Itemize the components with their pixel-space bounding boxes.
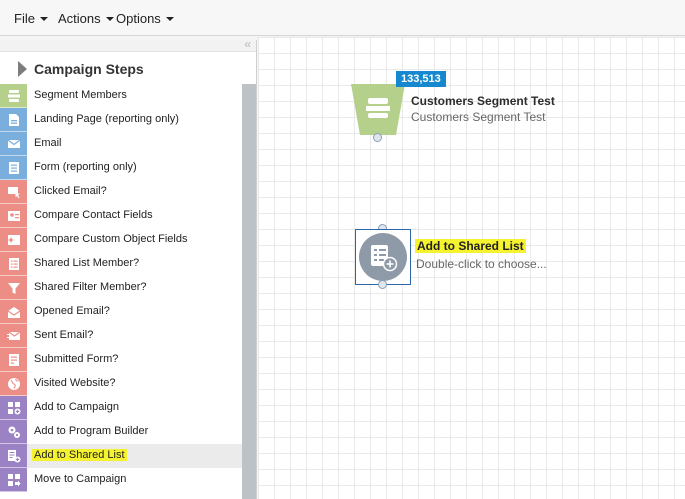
step-item-icon-tile xyxy=(0,180,27,204)
panel-title: Campaign Steps xyxy=(34,61,144,77)
step-item[interactable]: Visited Website? xyxy=(0,372,242,396)
step-item[interactable]: Email xyxy=(0,132,242,156)
step-item[interactable]: Add to Shared List xyxy=(0,444,242,468)
step-item-icon-tile xyxy=(0,468,27,492)
list-node-title[interactable]: Add to Shared List xyxy=(415,239,526,253)
globe-icon xyxy=(7,377,20,390)
options-menu-label: Options xyxy=(116,11,161,26)
gears-icon xyxy=(8,426,20,438)
step-item[interactable]: Submitted Form? xyxy=(0,348,242,372)
clicked-email-icon xyxy=(7,186,20,198)
list-node-circle xyxy=(359,233,407,281)
step-item[interactable]: Add to Program Builder xyxy=(0,420,242,444)
filter-icon xyxy=(7,282,20,294)
step-item[interactable]: Compare Contact Fields xyxy=(0,204,242,228)
step-item-label: Compare Contact Fields xyxy=(34,209,153,221)
step-item-icon-tile xyxy=(0,276,27,300)
actions-menu[interactable]: Actions xyxy=(58,11,114,26)
panel-header[interactable]: Campaign Steps xyxy=(0,52,256,84)
member-count-badge: 133,513 xyxy=(396,71,446,87)
step-item-label: Add to Program Builder xyxy=(34,425,149,437)
step-item[interactable]: Segment Members xyxy=(0,84,242,108)
move-campaign-icon xyxy=(7,473,20,486)
step-item-icon-tile xyxy=(0,156,27,180)
list-output-port[interactable] xyxy=(378,280,387,289)
step-item-icon-tile xyxy=(0,228,27,252)
step-item-icon-tile xyxy=(0,252,27,276)
step-item-label: Email xyxy=(34,137,62,149)
step-item-label: Form (reporting only) xyxy=(34,161,137,173)
panel-collapse-bar[interactable]: « xyxy=(0,40,256,52)
form-icon xyxy=(8,161,19,174)
step-item-label: Sent Email? xyxy=(34,329,94,341)
step-item-label: Compare Custom Object Fields xyxy=(34,233,188,245)
step-item[interactable]: Shared Filter Member? xyxy=(0,276,242,300)
step-item-icon-tile xyxy=(0,204,27,228)
list-node-subtitle: Double-click to choose... xyxy=(416,257,547,271)
segment-node-subtitle: Customers Segment Test xyxy=(411,110,546,124)
step-item-label: Shared Filter Member? xyxy=(34,281,147,293)
step-item-label: Add to Campaign xyxy=(34,401,119,413)
email-icon xyxy=(7,139,20,148)
step-item-icon-tile xyxy=(0,348,27,372)
segment-node[interactable] xyxy=(351,84,405,135)
step-item[interactable]: Compare Custom Object Fields xyxy=(0,228,242,252)
segment-icon xyxy=(7,89,20,102)
step-item[interactable]: Clicked Email? xyxy=(0,180,242,204)
add-campaign-icon xyxy=(7,401,20,414)
step-item-label: Visited Website? xyxy=(34,377,116,389)
step-item-label: Move to Campaign xyxy=(34,473,127,485)
step-item-icon-tile xyxy=(0,300,27,324)
caret-down-icon xyxy=(165,17,174,21)
step-item[interactable]: Form (reporting only) xyxy=(0,156,242,180)
segment-node-shape xyxy=(351,84,405,135)
add-to-shared-list-node[interactable] xyxy=(355,229,411,285)
caret-down-icon xyxy=(105,17,114,21)
step-item-icon-tile xyxy=(0,444,27,468)
step-item[interactable]: Add to Campaign xyxy=(0,396,242,420)
campaign-steps-panel: « Campaign Steps Segment Members Landing … xyxy=(0,40,257,499)
step-item-label: Submitted Form? xyxy=(34,353,119,365)
landing-page-icon xyxy=(8,113,19,126)
actions-menu-label: Actions xyxy=(58,11,101,26)
step-item-icon-tile xyxy=(0,132,27,156)
step-item-icon-tile xyxy=(0,420,27,444)
step-item-label: Landing Page (reporting only) xyxy=(34,113,179,125)
step-item-icon-tile xyxy=(0,84,27,108)
step-list: Segment Members Landing Page (reporting o… xyxy=(0,84,242,492)
scrollbar[interactable] xyxy=(242,84,256,499)
sent-email-icon xyxy=(6,331,20,340)
step-item[interactable]: Move to Campaign xyxy=(0,468,242,492)
contact-card-icon xyxy=(7,210,20,221)
step-item[interactable]: Landing Page (reporting only) xyxy=(0,108,242,132)
step-item-icon-tile xyxy=(0,324,27,348)
submitted-form-icon xyxy=(8,353,19,366)
opened-email-icon xyxy=(7,306,20,318)
menu-bar: File Actions Options xyxy=(0,0,685,36)
options-menu[interactable]: Options xyxy=(116,11,174,26)
step-item[interactable]: Opened Email? xyxy=(0,300,242,324)
file-menu[interactable]: File xyxy=(14,11,48,26)
step-item[interactable]: Sent Email? xyxy=(0,324,242,348)
expand-triangle-icon[interactable] xyxy=(18,61,27,77)
step-item[interactable]: Shared List Member? xyxy=(0,252,242,276)
step-item-icon-tile xyxy=(0,396,27,420)
segment-node-title[interactable]: Customers Segment Test xyxy=(411,94,555,108)
step-item-label: Clicked Email? xyxy=(34,185,107,197)
step-item-icon-tile xyxy=(0,108,27,132)
step-item-label: Shared List Member? xyxy=(34,257,140,269)
add-list-icon xyxy=(7,449,20,462)
caret-down-icon xyxy=(39,17,48,21)
segment-icon xyxy=(366,98,390,118)
collapse-icon[interactable]: « xyxy=(244,40,251,51)
step-item-icon-tile xyxy=(0,372,27,396)
segment-output-port[interactable] xyxy=(373,133,382,142)
custom-object-icon xyxy=(6,234,20,245)
list-icon xyxy=(8,257,19,270)
step-item-label: Opened Email? xyxy=(34,305,110,317)
add-list-icon xyxy=(371,245,398,272)
step-item-label: Segment Members xyxy=(34,89,127,101)
file-menu-label: File xyxy=(14,11,35,26)
step-item-label: Add to Shared List xyxy=(32,449,127,461)
